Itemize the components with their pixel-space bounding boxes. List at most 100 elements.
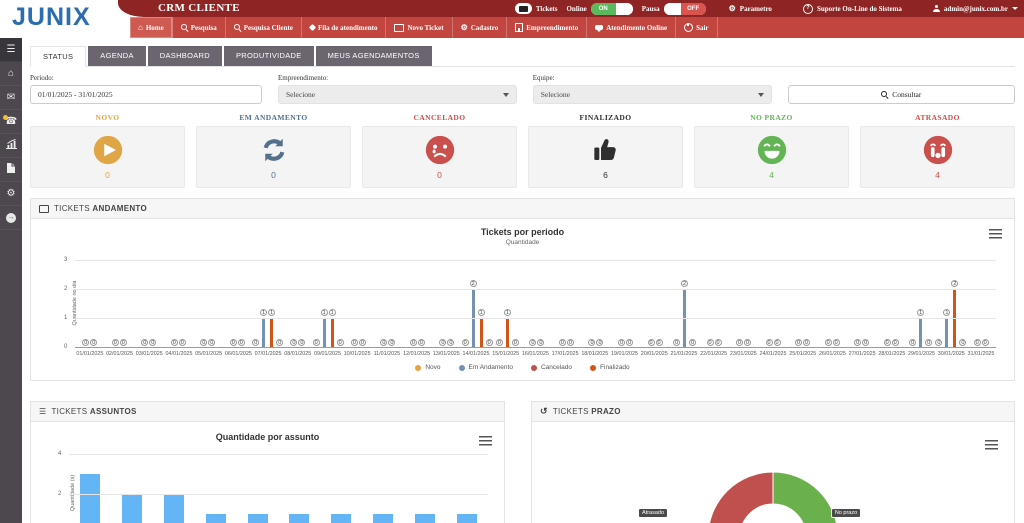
status-card-atrasado: ATRASADO4 [860,113,1015,188]
empreendimento-select[interactable]: Selecione [278,85,517,104]
bar[interactable] [373,514,393,523]
day-group: 00 [75,260,105,347]
data-label: 0 [112,339,119,346]
chart-menu-icon[interactable] [989,229,1002,239]
bar[interactable] [289,514,309,523]
search-icon [234,24,241,31]
sidebar-item-chart[interactable] [0,134,22,158]
legend-item-em-andamento[interactable]: Em Andamento [459,364,513,371]
consultar-button[interactable]: Consultar [788,85,1015,104]
tab-produtividade[interactable]: PRODUTIVIDADE [224,46,314,66]
sidebar-item-gears[interactable]: ⚙ [0,182,22,206]
data-label: 0 [439,339,446,346]
user-menu[interactable]: admin@junix.com.br [933,5,1018,13]
bar[interactable] [506,318,509,347]
card-label: EM ANDAMENTO [196,113,351,122]
data-label: 0 [744,339,751,346]
suporte-button[interactable]: ? Suporte On-Line do Sistema [803,4,902,14]
data-label: 0 [276,339,283,346]
donut-slice-atrasado[interactable] [708,472,773,523]
card-box[interactable]: 0 [362,126,517,188]
nav-item-pesquisa-cliente[interactable]: Pesquisa Cliente [226,17,302,38]
nav-item-novo-ticket[interactable]: Novo Ticket [386,17,452,38]
sidebar-item-file[interactable] [0,158,22,182]
chart-menu-icon[interactable] [985,440,998,450]
legend-item-cancelado[interactable]: Cancelado [531,364,572,371]
sidebar-item-home[interactable]: ⌂ [0,62,22,86]
data-label: 0 [909,339,916,346]
tab-agenda[interactable]: AGENDA [88,46,145,66]
bar[interactable] [262,318,265,347]
tab-dashboard[interactable]: DASHBOARD [148,46,222,66]
x-tick-label: 18/01/2025 [580,351,610,357]
bar[interactable] [480,318,483,347]
x-tick-label: 30/01/2025 [936,351,966,357]
chart-menu-icon[interactable] [479,436,492,446]
sidebar-item-phone[interactable]: ☎ [0,110,22,134]
x-tick-label: 08/01/2025 [283,351,313,357]
tickets-indicator[interactable]: Tickets [515,3,558,14]
bar[interactable] [323,318,326,347]
sidebar-item-menu[interactable]: ☰ [0,38,22,62]
x-tick-label: 09/01/2025 [313,351,343,357]
nav-item-sair[interactable]: Sair [676,17,717,38]
equipe-select[interactable]: Selecione [533,85,772,104]
main-nav: ⌂HomePesquisaPesquisa ClienteFila de ate… [130,17,1024,38]
bar[interactable] [248,514,268,523]
card-box[interactable]: 4 [694,126,849,188]
bar[interactable] [945,318,948,347]
data-label: 1 [478,309,485,316]
bar[interactable] [80,474,100,523]
sidebar-item-arrow[interactable]: → [0,206,22,230]
card-box[interactable]: 0 [30,126,185,188]
data-label: 2 [681,280,688,287]
periodo-input[interactable]: 01/01/2025 - 31/01/2025 [30,85,262,104]
bar[interactable] [206,514,226,523]
bar[interactable] [164,494,184,523]
pausa-toggle[interactable]: OFF [664,3,706,15]
junix-logo[interactable]: JUNIX [12,3,91,32]
bar[interactable] [919,318,922,347]
search-icon [881,91,888,98]
online-toggle[interactable]: ON [591,3,633,15]
card-box[interactable]: 4 [860,126,1015,188]
card-box[interactable]: 6 [528,126,683,188]
bar-wrap: 1 [917,309,924,347]
bar[interactable] [415,514,435,523]
nav-item-fila-de-atendimento[interactable]: Fila de atendimento [302,17,387,38]
bar[interactable] [331,318,334,347]
bar[interactable] [122,494,142,523]
day-group: 00 [344,260,374,347]
bar[interactable] [457,514,477,523]
sidebar-item-envelope[interactable]: ✉ [0,86,22,110]
nav-item-home[interactable]: ⌂Home [130,17,173,38]
data-label: 0 [982,339,989,346]
card-box[interactable]: 0 [196,126,351,188]
parametro-button[interactable]: ⚙ Parametro [729,5,772,13]
bar[interactable] [270,318,273,347]
x-tick-label: 01/01/2025 [75,351,105,357]
data-label: 0 [359,339,366,346]
data-label: 0 [208,339,215,346]
legend-item-finalizado[interactable]: Finalizado [590,364,630,371]
data-label: 0 [825,339,832,346]
home-icon: ⌂ [8,69,14,79]
nav-item-empreendimento[interactable]: Empreendimento [507,17,587,38]
status-cards: NOVO0EM ANDAMENTO0CANCELADO0FINALIZADO6N… [30,113,1015,188]
bar[interactable] [331,514,351,523]
legend-label: Finalizado [600,364,630,371]
nav-item-cadastro[interactable]: ⚙Cadastro [453,17,508,38]
nav-item-atendimento-online[interactable]: Atendimento Online [587,17,676,38]
card-label: FINALIZADO [528,113,683,122]
legend-dot [415,365,421,371]
data-label: 0 [673,339,680,346]
nav-item-label: Atendimento Online [606,24,667,32]
legend-item-novo[interactable]: Novo [415,364,440,371]
section-prefix: TICKETS [54,204,90,213]
nav-item-pesquisa[interactable]: Pesquisa [173,17,226,38]
x-tick-label: 12/01/2025 [402,351,432,357]
tab-meus-agendamentos[interactable]: MEUS AGENDAMENTOS [316,46,432,66]
donut-slice-no-prazo[interactable] [773,472,838,523]
equipe-filter: Equipe: Selecione [533,73,772,104]
tab-status[interactable]: STATUS [30,46,86,67]
